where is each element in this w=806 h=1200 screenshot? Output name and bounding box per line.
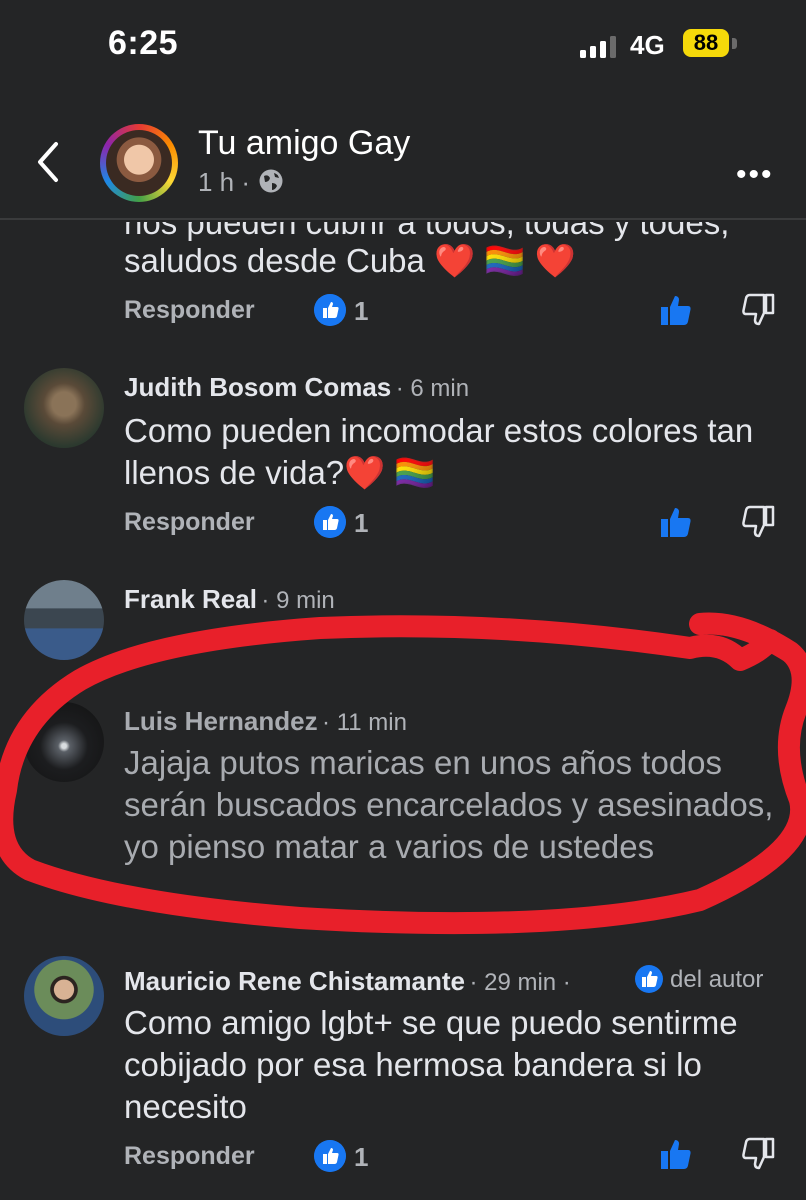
like-reaction-icon	[314, 294, 346, 326]
comment-text: saludos desde Cuba ❤️ 🏳️‍🌈 ❤️	[124, 242, 576, 279]
battery-tip	[732, 38, 737, 49]
author-badge-icon	[635, 965, 663, 993]
status-time: 6:25	[108, 24, 179, 62]
reply-button[interactable]: Responder	[124, 296, 255, 325]
signal-icon	[580, 36, 616, 58]
reply-button[interactable]: Responder	[124, 1142, 255, 1171]
like-count: 1	[354, 296, 369, 326]
like-count: 1	[354, 1142, 369, 1172]
dislike-button-icon[interactable]	[740, 1136, 776, 1172]
comment-text: Como amigo lgbt+ se que puedo sentirme c…	[124, 1004, 738, 1125]
post-time: 1 h ·	[198, 167, 251, 197]
header-divider	[0, 218, 806, 220]
commenter-avatar[interactable]	[24, 368, 104, 448]
red-annotation-circle	[0, 612, 806, 935]
network-label: 4G	[630, 30, 665, 60]
comment-author[interactable]: Judith Bosom Comas	[124, 372, 391, 402]
more-options-icon[interactable]: •••	[736, 158, 774, 192]
comment-time: · 6 min	[395, 375, 470, 402]
globe-icon	[259, 169, 283, 193]
comment-author[interactable]: Mauricio Rene Chistamante	[124, 966, 465, 996]
dislike-button-icon[interactable]	[740, 292, 776, 328]
like-button-icon[interactable]	[658, 504, 694, 540]
like-count: 1	[354, 508, 369, 538]
dislike-button-icon[interactable]	[740, 504, 776, 540]
battery-icon: 88	[683, 29, 729, 57]
like-button-icon[interactable]	[658, 292, 694, 328]
back-arrow-icon[interactable]	[34, 140, 64, 184]
like-reaction-icon	[314, 506, 346, 538]
reply-button[interactable]: Responder	[124, 508, 255, 537]
like-button-icon[interactable]	[658, 1136, 694, 1172]
page-name[interactable]: Tu amigo Gay	[198, 124, 410, 163]
comment-time: · 29 min ·	[469, 969, 571, 996]
page-avatar-photo	[106, 130, 172, 196]
author-badge-label: del autor	[670, 966, 764, 993]
comment-text: Como pueden incomodar estos colores tan …	[124, 412, 754, 491]
like-reaction-icon	[314, 1140, 346, 1172]
commenter-avatar[interactable]	[24, 956, 104, 1036]
